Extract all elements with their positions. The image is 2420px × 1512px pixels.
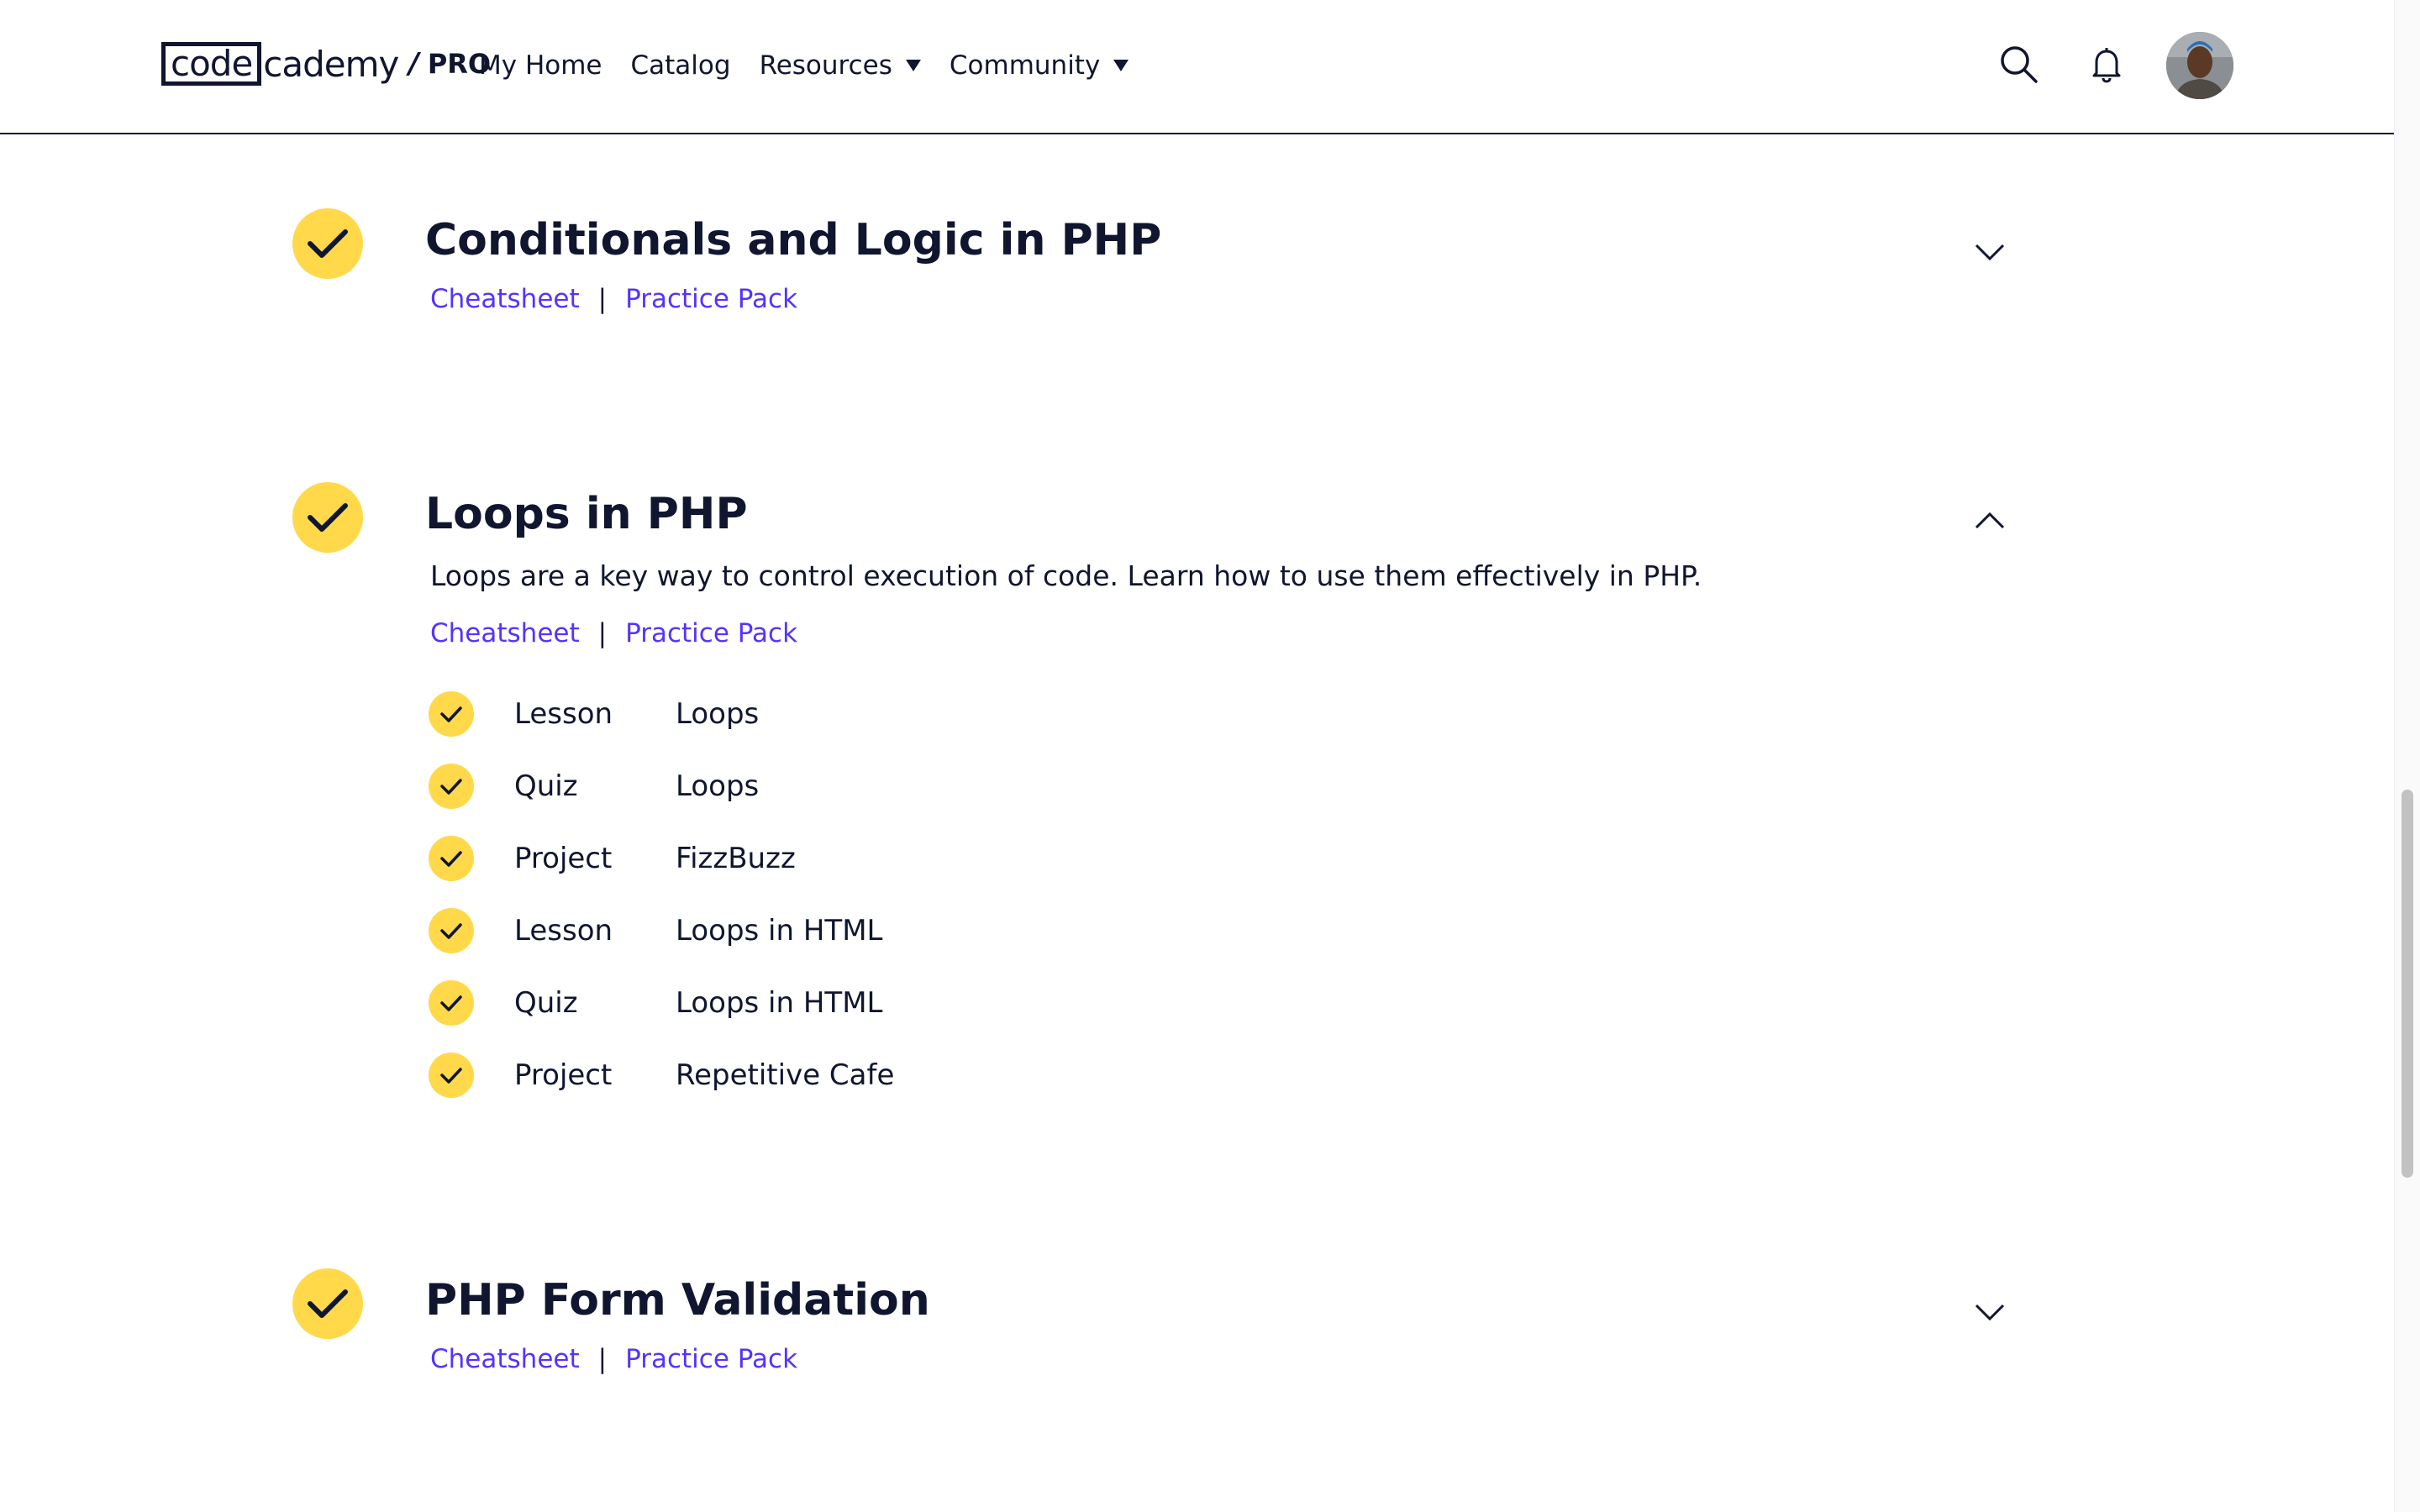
nav-resources-dropdown[interactable]: Resources	[760, 50, 921, 81]
chevron-down-icon[interactable]	[1973, 240, 2007, 264]
content-item-name[interactable]: Loops	[676, 697, 759, 731]
content-item-row[interactable]: Lesson Loops	[429, 690, 759, 738]
content-item-row[interactable]: Lesson Loops in HTML	[429, 907, 882, 954]
page-scrollbar[interactable]	[2394, 0, 2420, 1512]
content-item-name[interactable]: Loops	[676, 769, 759, 803]
content-item-type: Quiz	[514, 986, 578, 1020]
completed-check-icon	[429, 764, 474, 809]
nav-catalog-label: Catalog	[630, 50, 731, 81]
completed-check-icon	[292, 482, 363, 553]
content-item-row[interactable]: Project Repetitive Cafe	[429, 1052, 894, 1099]
module-title[interactable]: Loops in PHP	[425, 489, 748, 539]
content-item-name[interactable]: Repetitive Cafe	[676, 1058, 894, 1092]
practice-pack-link[interactable]: Practice Pack	[625, 618, 797, 648]
content-item-type: Lesson	[514, 914, 613, 948]
module-title[interactable]: Conditionals and Logic in PHP	[425, 215, 1161, 265]
completed-check-icon	[429, 691, 474, 737]
logo-separator: /	[408, 47, 419, 81]
scrollbar-thumb[interactable]	[2402, 790, 2413, 1178]
content-item-name[interactable]: Loops in HTML	[676, 914, 882, 948]
chevron-up-icon[interactable]	[1973, 509, 2007, 533]
codecademy-pro-logo[interactable]: code cademy / PRO	[161, 40, 491, 87]
content-item-row[interactable]: Quiz Loops in HTML	[429, 979, 882, 1026]
completed-check-icon	[429, 980, 474, 1026]
module-description: Loops are a key way to control execution…	[430, 559, 1702, 592]
practice-pack-link[interactable]: Practice Pack	[625, 284, 797, 314]
content-item-type: Project	[514, 842, 613, 875]
content-item-name[interactable]: Loops in HTML	[676, 986, 882, 1020]
completed-check-icon	[429, 1053, 474, 1098]
link-divider: |	[597, 1344, 608, 1374]
nav-community-label: Community	[949, 50, 1101, 81]
avatar[interactable]	[2166, 32, 2233, 99]
nav-resources-label: Resources	[759, 50, 892, 81]
practice-pack-link[interactable]: Practice Pack	[625, 1344, 797, 1374]
completed-check-icon	[429, 836, 474, 881]
content-item-type: Quiz	[514, 769, 578, 803]
nav-community-dropdown[interactable]: Community	[949, 50, 1129, 81]
content-item-row[interactable]: Project FizzBuzz	[429, 835, 796, 882]
search-icon[interactable]	[1998, 44, 2040, 86]
cheatsheet-link[interactable]: Cheatsheet	[430, 1344, 580, 1374]
cheatsheet-link[interactable]: Cheatsheet	[430, 284, 580, 314]
nav-my-home[interactable]: My Home	[479, 50, 602, 81]
link-divider: |	[597, 284, 608, 314]
top-navigation-bar: code cademy / PRO My Home Catalog Resour…	[0, 0, 2395, 134]
module-resource-links: Cheatsheet | Practice Pack	[430, 618, 797, 648]
completed-check-icon	[292, 208, 363, 279]
module-resource-links: Cheatsheet | Practice Pack	[430, 1344, 797, 1374]
content-item-name[interactable]: FizzBuzz	[676, 842, 796, 875]
logo-code-text: code	[161, 42, 262, 86]
module-title[interactable]: PHP Form Validation	[425, 1275, 930, 1326]
link-divider: |	[597, 618, 608, 648]
completed-check-icon	[292, 1268, 363, 1339]
chevron-down-icon[interactable]	[1973, 1300, 2007, 1324]
cheatsheet-link[interactable]: Cheatsheet	[430, 618, 580, 648]
content-item-type: Project	[514, 1058, 613, 1092]
caret-down-icon	[1113, 60, 1129, 71]
nav-my-home-label: My Home	[479, 50, 602, 81]
completed-check-icon	[429, 908, 474, 953]
main-nav: My Home Catalog Resources Community	[479, 42, 1157, 89]
caret-down-icon	[905, 60, 921, 71]
content-item-type: Lesson	[514, 697, 613, 731]
nav-catalog[interactable]: Catalog	[631, 50, 731, 81]
content-item-row[interactable]: Quiz Loops	[429, 763, 759, 810]
logo-cademy-text: cademy	[263, 43, 399, 85]
module-resource-links: Cheatsheet | Practice Pack	[430, 284, 797, 314]
bell-icon[interactable]	[2086, 44, 2128, 86]
